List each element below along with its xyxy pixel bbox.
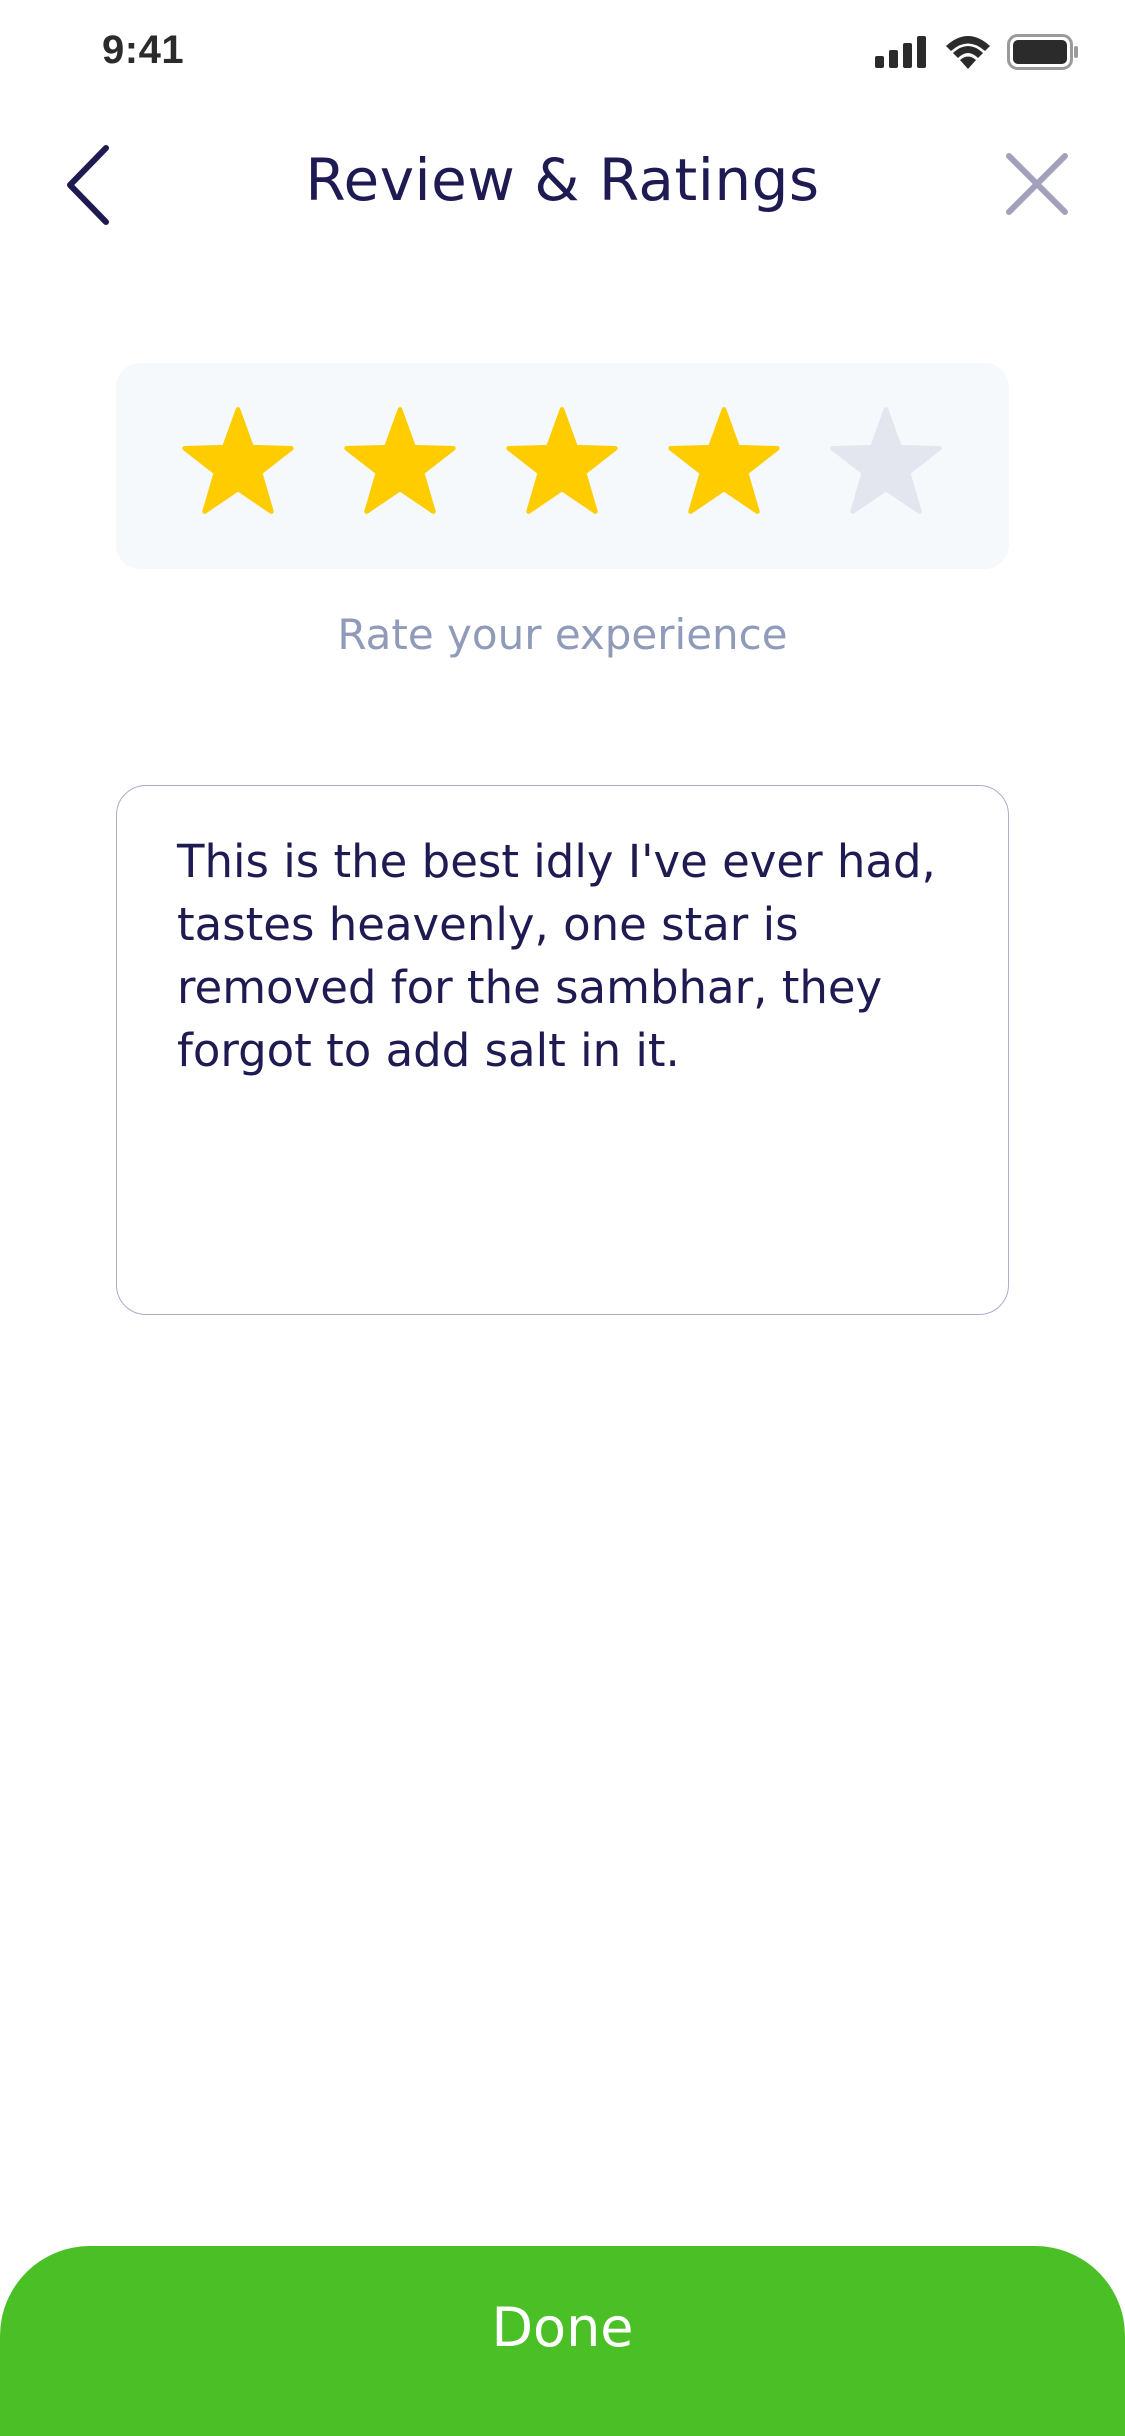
done-button[interactable]: Done bbox=[0, 2246, 1125, 2436]
status-bar: 9:41 bbox=[0, 0, 1125, 110]
review-textarea[interactable]: This is the best idly I've ever had, tas… bbox=[116, 785, 1009, 1315]
star-filled-icon[interactable] bbox=[666, 406, 782, 522]
star-rating bbox=[180, 406, 944, 522]
done-button-label: Done bbox=[491, 2296, 634, 2359]
rating-card bbox=[116, 363, 1009, 569]
status-icons bbox=[875, 30, 1079, 74]
page-title: Review & Ratings bbox=[305, 146, 820, 214]
star-filled-icon[interactable] bbox=[504, 406, 620, 522]
wifi-icon bbox=[946, 36, 990, 69]
star-filled-icon[interactable] bbox=[342, 406, 458, 522]
star-filled-icon[interactable] bbox=[180, 406, 296, 522]
close-icon bbox=[1006, 153, 1068, 215]
status-time: 9:41 bbox=[102, 28, 185, 72]
close-button[interactable] bbox=[999, 146, 1075, 222]
rate-label: Rate your experience bbox=[337, 610, 788, 659]
review-text: This is the best idly I've ever had, tas… bbox=[177, 835, 951, 1077]
signal-icon bbox=[875, 36, 926, 68]
header: Review & Ratings bbox=[0, 120, 1125, 240]
star-empty-icon[interactable] bbox=[828, 406, 944, 522]
battery-icon bbox=[1007, 34, 1078, 70]
